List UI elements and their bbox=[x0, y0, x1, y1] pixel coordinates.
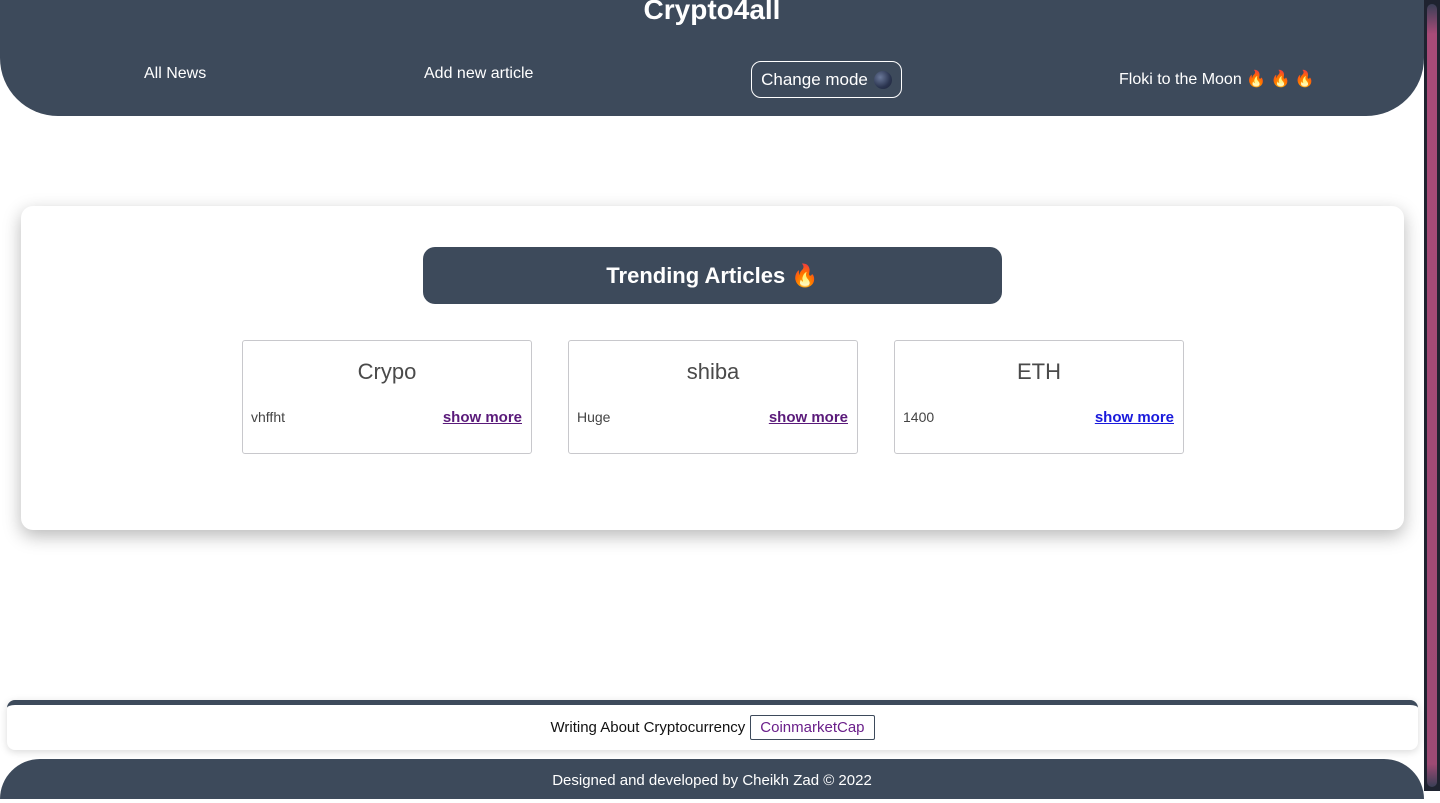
change-mode-button[interactable]: Change mode bbox=[751, 61, 902, 98]
article-card: shiba Huge show more bbox=[568, 340, 858, 454]
moon-icon bbox=[873, 70, 892, 89]
site-header: Crypto4all All News Add new article Chan… bbox=[0, 0, 1424, 116]
article-description: vhffht bbox=[251, 409, 285, 425]
nav-add-article[interactable]: Add new article bbox=[424, 64, 533, 84]
article-card: Crypo vhffht show more bbox=[242, 340, 532, 454]
nav-floki[interactable]: Floki to the Moon 🔥 🔥 🔥 bbox=[1119, 70, 1315, 90]
site-title[interactable]: Crypto4all bbox=[0, 0, 1424, 30]
show-more-link[interactable]: show more bbox=[769, 409, 848, 426]
change-mode-label: Change mode bbox=[761, 69, 868, 89]
trending-title: Trending Articles 🔥 bbox=[423, 247, 1002, 304]
footer-text: Writing About Cryptocurrency bbox=[550, 719, 746, 736]
article-title: shiba bbox=[686, 359, 740, 384]
article-description: Huge bbox=[577, 409, 611, 425]
article-description: 1400 bbox=[903, 409, 935, 425]
article-title: ETH bbox=[1017, 359, 1061, 384]
article-card: ETH 1400 show more bbox=[894, 340, 1184, 454]
article-title: Crypo bbox=[357, 359, 417, 384]
credits-footer: Designed and developed by Cheikh Zad © 2… bbox=[0, 759, 1424, 799]
footer-bar: Writing About Cryptocurrency CoinmarketC… bbox=[7, 700, 1418, 750]
scrollbar-thumb[interactable] bbox=[1427, 4, 1437, 787]
trending-section: Trending Articles 🔥 Crypo vhffht show mo… bbox=[21, 206, 1404, 530]
show-more-link[interactable]: show more bbox=[443, 409, 522, 426]
nav-all-news[interactable]: All News bbox=[144, 64, 206, 84]
coinmarketcap-link[interactable]: CoinmarketCap bbox=[750, 715, 875, 740]
show-more-link[interactable]: show more bbox=[1095, 409, 1174, 426]
